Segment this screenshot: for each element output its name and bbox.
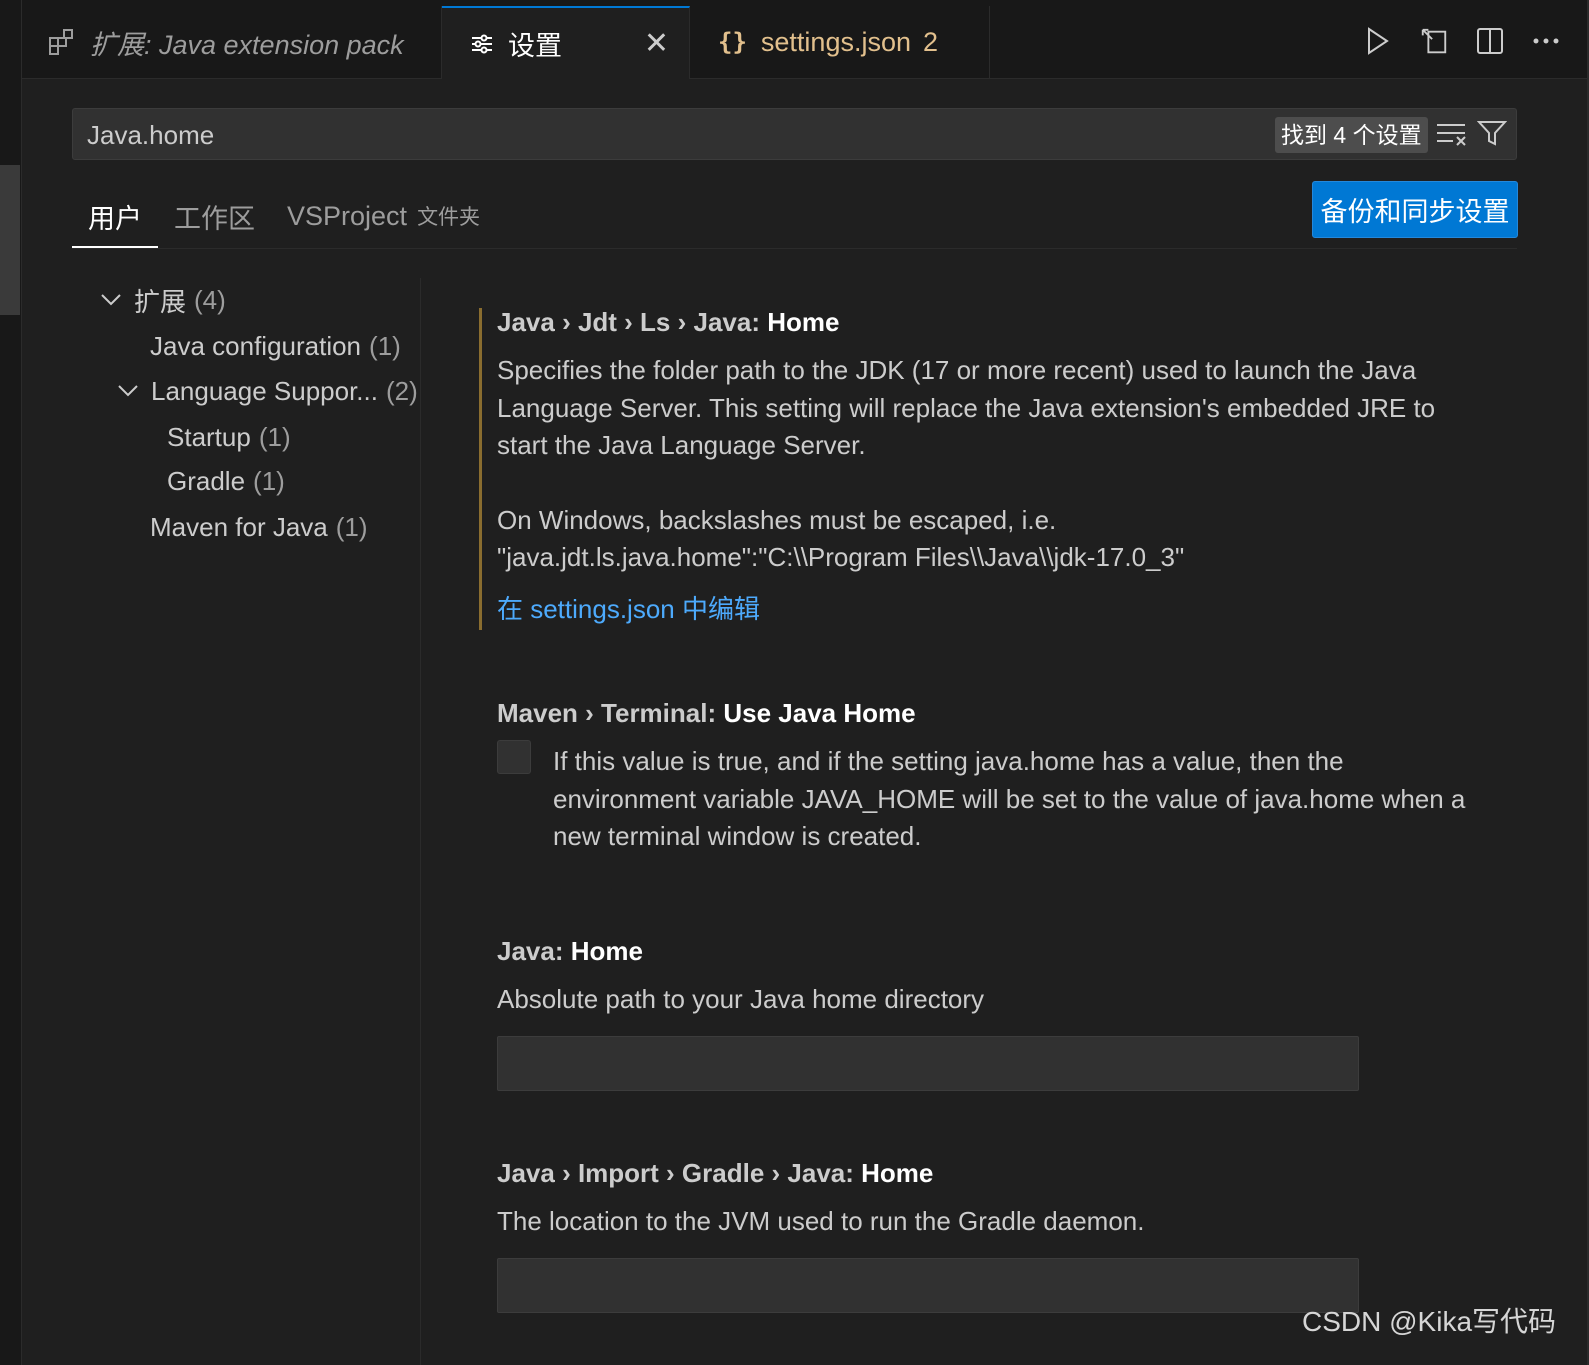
toc-item-extensions[interactable]: 扩展 (4)	[100, 280, 226, 320]
chevron-down-icon	[117, 384, 141, 398]
clear-filter-icon[interactable]	[1435, 121, 1467, 152]
editor-tab-bar: 扩展: Java extension pack 设置 ✕ {} settings…	[22, 6, 1587, 79]
tab-extension-java-pack[interactable]: 扩展: Java extension pack	[22, 6, 442, 78]
tab-user-label: 用户	[88, 203, 142, 234]
open-settings-json-icon[interactable]	[1419, 24, 1449, 58]
settings-scope-tabs: 用户 工作区 VSProject 文件夹	[72, 186, 1517, 249]
setting-description: If this value is true, and if the settin…	[553, 746, 1466, 851]
setting-category: Maven › Terminal:	[497, 698, 724, 728]
toc-label: Gradle	[167, 465, 246, 496]
toc-label: Java configuration	[150, 330, 362, 361]
activity-edge	[0, 0, 22, 1365]
setting-title: Maven › Terminal: Use Java Home	[497, 695, 1487, 731]
backup-sync-settings-button[interactable]: 备份和同步设置	[1312, 181, 1518, 238]
search-input[interactable]	[85, 117, 1239, 153]
setting-gradle-java-home: Java › Import › Gradle › Java: Home The …	[497, 1155, 1487, 1313]
toc-count: (1)	[335, 511, 368, 542]
setting-title: Java › Jdt › Ls › Java: Home	[497, 304, 1487, 340]
setting-title: Java › Import › Gradle › Java: Home	[497, 1155, 1487, 1191]
problems-count-badge: 2	[923, 26, 939, 57]
scrollbar-thumb[interactable]	[0, 165, 20, 315]
toc-label: Startup	[167, 421, 251, 452]
edit-in-settings-json-link[interactable]: 在 settings.json 中编辑	[497, 589, 1487, 626]
toc-label: Language Suppor...	[151, 375, 378, 406]
setting-description: Specifies the folder path to the JDK (17…	[497, 355, 1436, 460]
tab-label: 设置	[508, 31, 562, 61]
toc-count: (1)	[258, 421, 291, 452]
gradle-java-home-input[interactable]	[497, 1257, 1359, 1313]
setting-jdt-ls-java-home: Java › Jdt › Ls › Java: Home Specifies t…	[497, 304, 1487, 626]
tab-settings[interactable]: 设置 ✕	[442, 6, 690, 79]
setting-title: Java: Home	[497, 933, 1487, 969]
json-braces-icon: {}	[718, 28, 747, 56]
tab-folder-suffix: 文件夹	[417, 206, 481, 229]
tab-label: 扩展: Java extension pack	[90, 29, 404, 60]
setting-description-example: "java.jdt.ls.java.home":"C:\\Program Fil…	[497, 542, 1185, 572]
toc-item-language-support[interactable]: Language Suppor... (2)	[117, 371, 418, 411]
java-home-input[interactable]	[497, 1035, 1359, 1091]
setting-category: Java › Import › Gradle › Java:	[497, 1158, 862, 1188]
setting-description-note: On Windows, backslashes must be escaped,…	[497, 504, 1057, 535]
search-result-count: 找到 4 个设置	[1275, 117, 1428, 153]
tab-workspace[interactable]: 工作区	[174, 186, 255, 246]
setting-key: Home	[861, 1158, 934, 1188]
more-actions-icon[interactable]	[1531, 24, 1561, 58]
toc-count: (2)	[385, 375, 418, 406]
chevron-down-icon	[100, 293, 124, 307]
tab-folder[interactable]: VSProject 文件夹	[287, 186, 480, 246]
settings-search-box: 找到 4 个设置	[72, 108, 1517, 160]
setting-key: Use Java Home	[723, 698, 916, 728]
toc-count: (4)	[194, 284, 226, 315]
toc-item-gradle[interactable]: Gradle (1)	[167, 461, 285, 501]
tab-settings-json[interactable]: {} settings.json 2	[690, 6, 990, 78]
run-icon[interactable]	[1363, 24, 1393, 58]
split-editor-icon[interactable]	[1475, 24, 1505, 58]
toc-label: 扩展	[134, 286, 187, 317]
tab-folder-label: VSProject	[287, 200, 408, 231]
setting-maven-terminal-use-java-home: Maven › Terminal: Use Java Home If this …	[497, 695, 1487, 856]
setting-key: Home	[570, 936, 643, 966]
toc-count: (1)	[369, 330, 401, 361]
filter-icon[interactable]	[1476, 119, 1508, 152]
setting-key: Home	[767, 307, 840, 337]
settings-icon	[470, 32, 494, 56]
toc-item-maven-for-java[interactable]: Maven for Java (1)	[150, 507, 368, 547]
toc-label: Maven for Java	[150, 511, 328, 542]
setting-description: The location to the JVM used to run the …	[497, 1206, 1145, 1236]
tab-workspace-label: 工作区	[174, 203, 255, 234]
use-java-home-checkbox[interactable]	[497, 740, 531, 774]
tab-user[interactable]: 用户	[72, 186, 158, 248]
watermark: CSDN @Kika写代码	[1302, 1306, 1557, 1337]
tab-label: settings.json	[760, 26, 911, 57]
toc-divider	[420, 278, 421, 1365]
setting-category: Java:	[497, 936, 571, 966]
toc-item-startup[interactable]: Startup (1)	[167, 417, 291, 457]
modified-indicator	[479, 308, 482, 630]
setting-description: Absolute path to your Java home director…	[497, 984, 985, 1014]
toc-item-java-configuration[interactable]: Java configuration (1)	[150, 326, 401, 366]
editor-actions	[1363, 24, 1561, 58]
close-icon[interactable]: ✕	[644, 26, 669, 61]
extensions-icon	[48, 28, 76, 56]
setting-category: Java › Jdt › Ls › Java:	[497, 307, 768, 337]
setting-java-home: Java: Home Absolute path to your Java ho…	[497, 933, 1487, 1091]
toc-count: (1)	[253, 465, 285, 496]
